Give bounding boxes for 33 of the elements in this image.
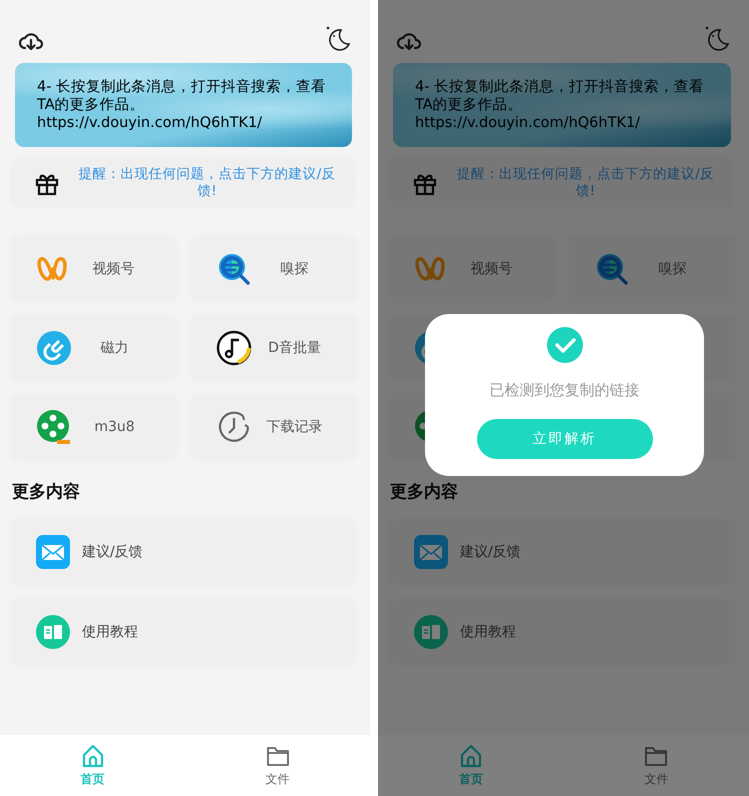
dialog-message: 已检测到您复制的链接 (490, 381, 640, 400)
check-icon (546, 327, 582, 363)
section-title: 更多内容 (12, 481, 81, 504)
section-title: 更多内容 (390, 481, 459, 504)
tool-button[interactable]: 下载记录 (192, 396, 355, 458)
notice-text: 提醒：出现任何问题，点击下方的建议/反馈! (456, 166, 715, 200)
tool-button[interactable]: 视频号 (390, 238, 553, 300)
menu-item[interactable]: 建议/反馈 (12, 521, 355, 583)
share-message-text: 4- 长按复制此条消息，打开抖音搜索，查看TA的更多作品。 https://v.douyin.com/hQ6hTK1/ (415, 78, 706, 132)
tool-button[interactable]: 磁力 (12, 317, 175, 379)
magnifier-icon (594, 251, 630, 287)
notice-text: 提醒：出现任何问题，点击下方的建议/反馈! (78, 166, 336, 200)
menu-item[interactable]: 建议/反馈 (390, 521, 734, 583)
clock-icon (216, 409, 252, 445)
menu-item[interactable]: 使用教程 (12, 601, 355, 663)
book-icon (36, 615, 70, 649)
share-message-text: 4- 长按复制此条消息，打开抖音搜索，查看TA的更多作品。 https://v.douyin.com/hQ6hTK1/ (37, 78, 328, 132)
magnet-icon (36, 330, 72, 366)
magnifier-icon (216, 251, 252, 287)
mail-icon (414, 535, 448, 569)
tool-button[interactable]: m3u8 (12, 396, 175, 458)
music-note-icon (216, 330, 252, 366)
tool-button[interactable]: 嗅探 (192, 238, 355, 300)
book-icon (414, 615, 448, 649)
tool-button[interactable]: D音批量 (192, 317, 355, 379)
tool-button[interactable]: 视频号 (12, 238, 175, 300)
tab[interactable]: 文件 (564, 735, 749, 796)
menu-item[interactable]: 使用教程 (390, 601, 734, 663)
moon-icon[interactable] (324, 24, 352, 52)
tab[interactable]: 文件 (185, 735, 370, 796)
tool-button[interactable]: 嗅探 (570, 238, 733, 300)
mail-icon (36, 535, 70, 569)
film-reel-icon (36, 409, 72, 445)
